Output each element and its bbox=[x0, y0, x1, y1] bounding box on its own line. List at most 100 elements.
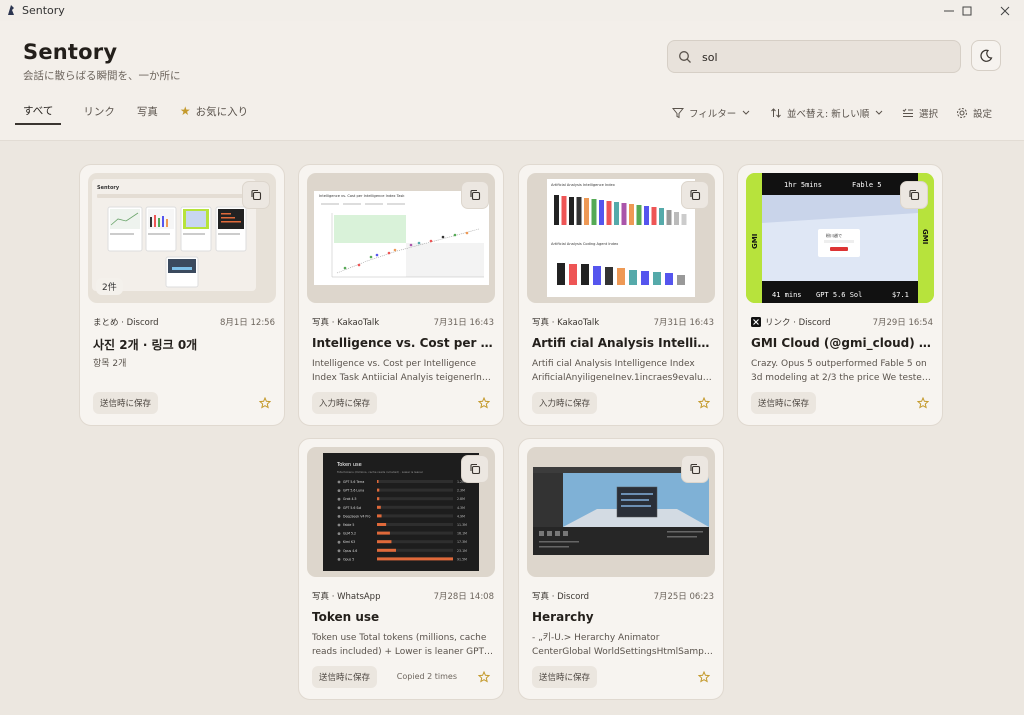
card-description: - „키-U.> Herarchy Animator CenterGlobal W… bbox=[532, 631, 714, 659]
item-card[interactable]: Sentory 2件 まとめ · Discord 8月1日 12:56 사진 2개… bbox=[79, 164, 285, 426]
card-desc-line: Token use Total tokens (millions, cache bbox=[312, 633, 487, 643]
card-desc-line: Intelligence vs. Cost per Intelligence bbox=[312, 359, 477, 369]
sort-button[interactable]: 並べ替え: 新しい順 bbox=[770, 105, 888, 121]
favorite-star-icon[interactable] bbox=[478, 397, 490, 409]
search-box[interactable] bbox=[667, 40, 961, 73]
save-timing-chip: 入力時に保存 bbox=[532, 392, 598, 414]
card-thumbnail: Artificial Analysis Intelligence Index A… bbox=[527, 173, 715, 303]
card-description: Intelligence vs. Cost per Intelligence In… bbox=[312, 357, 494, 385]
row-icon bbox=[337, 515, 341, 518]
copy-button[interactable] bbox=[461, 455, 489, 483]
save-timing-chip: 送信時に保存 bbox=[532, 666, 598, 688]
copy-count: Copied 2 times bbox=[396, 672, 457, 681]
copy-button[interactable] bbox=[900, 181, 928, 209]
row-value: 2.8M bbox=[457, 497, 465, 501]
item-card[interactable]: Artificial Analysis Intelligence Index A… bbox=[518, 164, 724, 426]
filter-button[interactable]: フィルター bbox=[672, 105, 755, 121]
card-desc-line: reads included) + Lower is leaner GPT 5.… bbox=[312, 647, 494, 657]
preview-bar bbox=[629, 270, 637, 285]
preview-bar bbox=[591, 199, 597, 225]
preview-bar bbox=[554, 195, 559, 225]
maximize-icon bbox=[962, 6, 972, 15]
row-bar-track bbox=[377, 488, 453, 492]
copy-icon bbox=[251, 189, 262, 201]
row-bar bbox=[377, 497, 380, 501]
preview-timer: 1hr 5mins bbox=[784, 181, 822, 189]
copy-button[interactable] bbox=[461, 181, 489, 209]
item-card[interactable]: Token use Total tokens (millions, cache … bbox=[298, 438, 504, 700]
favorite-star-icon[interactable] bbox=[698, 671, 710, 683]
copy-button[interactable] bbox=[681, 181, 709, 209]
row-value: 23.1M bbox=[457, 549, 467, 553]
card-source-label: リンク · Discord bbox=[765, 318, 831, 328]
favorite-star-icon[interactable] bbox=[259, 397, 271, 409]
theme-toggle-button[interactable] bbox=[971, 40, 1001, 71]
preview-bar bbox=[576, 197, 582, 225]
row-bar bbox=[377, 523, 387, 526]
row-icon bbox=[337, 549, 341, 553]
item-card[interactable]: 1hr 5mins Fable 5 $ 粉川越で 41 mins GPT 5.6… bbox=[737, 164, 943, 426]
item-card[interactable]: Intelligence vs. Cost per Intelligence I… bbox=[298, 164, 504, 426]
preview-bar bbox=[617, 268, 625, 285]
filter-icon bbox=[672, 108, 684, 119]
favorite-star-icon[interactable] bbox=[478, 671, 490, 683]
card-description: 항목 2개 bbox=[93, 357, 275, 371]
row-bar bbox=[377, 505, 381, 509]
tab-photos[interactable]: 写真 bbox=[137, 103, 158, 125]
tab-favorites[interactable]: ★ お気に入り bbox=[180, 103, 248, 125]
copy-button[interactable] bbox=[681, 455, 709, 483]
card-date: 7月31日 16:43 bbox=[433, 318, 494, 328]
preview-brand: Sentory bbox=[97, 185, 120, 191]
row-icon bbox=[337, 506, 341, 510]
preview-model: GPT 5.6 Sol bbox=[816, 291, 862, 299]
card-title: Intelligence vs. Cost per Intelligence I… bbox=[312, 336, 496, 350]
card-date: 7月31日 16:43 bbox=[653, 318, 714, 328]
item-card[interactable]: 写真 · Discord 7月25日 06:23 Herarchy - „키-U.… bbox=[518, 438, 724, 700]
preview-bar bbox=[606, 201, 612, 225]
card-thumbnail: Intelligence vs. Cost per Intelligence I… bbox=[307, 173, 495, 303]
card-thumbnail: 1hr 5mins Fable 5 $ 粉川越で 41 mins GPT 5.6… bbox=[746, 173, 934, 303]
select-button[interactable]: 選択 bbox=[902, 105, 938, 121]
row-bar-track bbox=[377, 514, 453, 518]
preview-chart-subtitle: Artificial Analysis Coding Agent Index bbox=[551, 242, 619, 246]
row-label: Opus 5 bbox=[343, 557, 354, 561]
favorite-star-icon[interactable] bbox=[917, 397, 929, 409]
preview-bar bbox=[641, 271, 649, 285]
maximize-button[interactable] bbox=[948, 0, 986, 21]
close-window-button[interactable] bbox=[986, 0, 1024, 21]
card-meta: 写真 · KakaoTalk 7月31日 16:43 bbox=[532, 316, 714, 328]
card-title: Token use bbox=[312, 610, 380, 624]
sort-label: 並べ替え: 新しい順 bbox=[787, 109, 870, 120]
card-description: Crazy. Opus 5 outperformed Fable 5 on 3d … bbox=[751, 357, 933, 385]
row-bar bbox=[377, 540, 392, 544]
copy-button[interactable] bbox=[242, 181, 270, 209]
row-bar bbox=[377, 514, 382, 518]
preview-price: $7.1 bbox=[892, 291, 909, 299]
row-label: Fable 5 bbox=[343, 523, 354, 527]
star-icon: ★ bbox=[179, 104, 191, 118]
card-source: 写真 · KakaoTalk bbox=[312, 318, 380, 328]
card-meta: 写真 · WhatsApp 7月28日 14:08 bbox=[312, 590, 494, 602]
preview-bar bbox=[674, 212, 679, 225]
card-source: 写真 · WhatsApp bbox=[312, 592, 381, 602]
card-title: 사진 2개 · 링크 0개 bbox=[93, 338, 198, 352]
chevron-down-icon bbox=[875, 110, 883, 115]
preview-bar bbox=[557, 263, 565, 285]
row-icon bbox=[337, 558, 341, 561]
tab-label: リンク bbox=[83, 105, 115, 118]
row-bar bbox=[377, 557, 453, 561]
row-bar-track bbox=[377, 505, 453, 509]
preview-bar bbox=[644, 206, 649, 225]
row-label: GLM 5.2 bbox=[343, 532, 356, 536]
group-count-badge: 2件 bbox=[96, 278, 123, 295]
moon-icon bbox=[980, 49, 993, 62]
app-logo-icon bbox=[8, 5, 14, 15]
favorite-star-icon[interactable] bbox=[698, 397, 710, 409]
settings-button[interactable]: 設定 bbox=[956, 105, 992, 121]
tab-links[interactable]: リンク bbox=[83, 103, 115, 125]
row-bar bbox=[377, 548, 396, 552]
select-label: 選択 bbox=[919, 109, 939, 120]
search-input[interactable] bbox=[702, 48, 942, 66]
copy-icon bbox=[470, 463, 481, 475]
tab-all[interactable]: すべて bbox=[15, 103, 62, 125]
